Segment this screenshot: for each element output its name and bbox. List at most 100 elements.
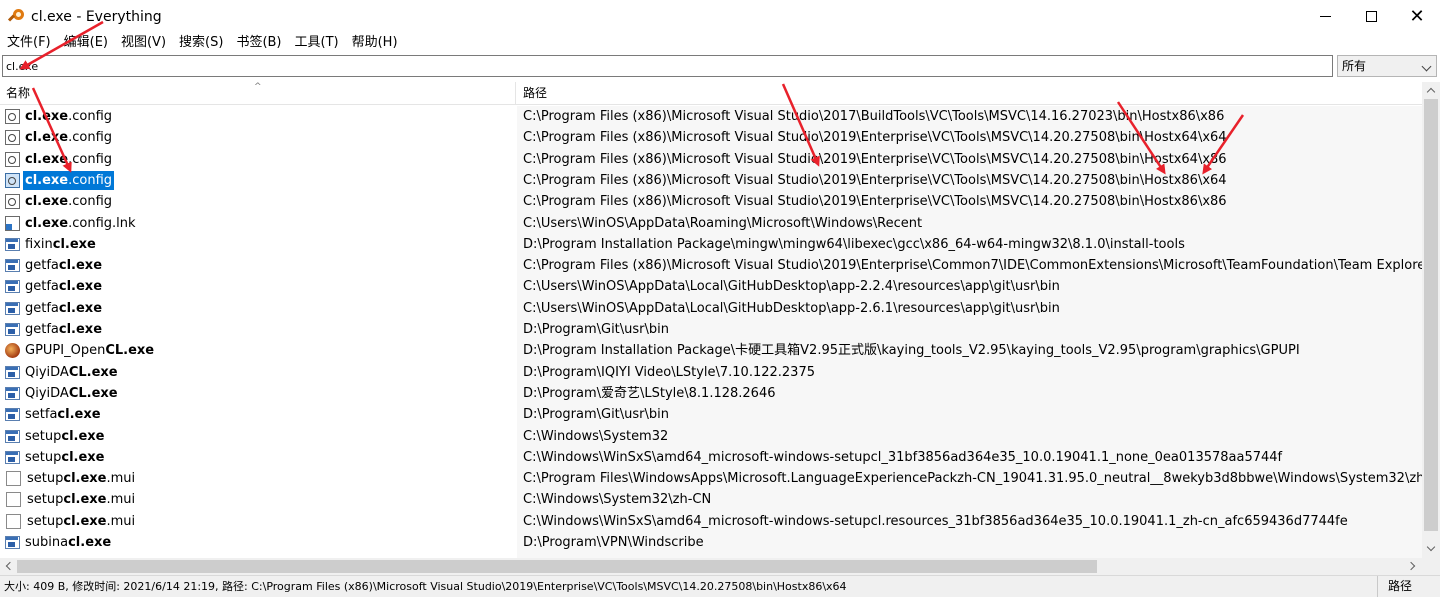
column-header-path[interactable]: 路径 xyxy=(517,82,1422,105)
table-row[interactable]: getfacl.exe C:\Users\WinOS\AppData\Local\… xyxy=(0,276,1422,297)
file-name: subinacl.exe xyxy=(23,533,113,552)
file-path-cell[interactable]: C:\Windows\System32 xyxy=(517,426,1422,447)
file-name-cell[interactable]: getfacl.exe xyxy=(4,276,514,297)
horizontal-scrollbar[interactable] xyxy=(0,558,1422,575)
file-name-cell[interactable]: subinacl.exe xyxy=(4,532,514,553)
file-path-cell[interactable]: C:\Windows\WinSxS\amd64_microsoft-window… xyxy=(517,511,1422,532)
search-input[interactable] xyxy=(2,55,1333,77)
file-path-cell[interactable]: C:\Users\WinOS\AppData\Local\GitHubDeskt… xyxy=(517,276,1422,297)
column-header-name-label: 名称 xyxy=(6,86,31,100)
table-row[interactable]: cl.exe.config C:\Program Files (x86)\Micr… xyxy=(0,127,1422,148)
menu-file[interactable]: 文件(F) xyxy=(0,33,57,53)
file-name-cell[interactable]: cl.exe.config xyxy=(4,149,514,170)
menu-edit[interactable]: 编辑(E) xyxy=(57,33,114,53)
file-path-cell[interactable]: C:\Program Files (x86)\Microsoft Visual … xyxy=(517,255,1422,276)
file-path-cell[interactable]: C:\Program Files (x86)\Microsoft Visual … xyxy=(517,191,1422,212)
file-name-cell[interactable]: cl.exe.config.lnk xyxy=(4,213,514,234)
file-path-cell[interactable]: C:\Users\WinOS\AppData\Local\GitHubDeskt… xyxy=(517,298,1422,319)
file-name-match: CL.exe xyxy=(68,385,118,401)
menu-search[interactable]: 搜索(S) xyxy=(172,33,229,53)
menu-tools[interactable]: 工具(T) xyxy=(288,33,345,53)
table-row[interactable]: setupcl.exe.mui C:\Program Files\WindowsA… xyxy=(0,468,1422,489)
menu-help[interactable]: 帮助(H) xyxy=(345,33,404,53)
config-file-icon xyxy=(5,130,20,146)
file-path-cell[interactable]: D:\Program\爱奇艺\LStyle\8.1.128.2646 xyxy=(517,383,1422,404)
table-row[interactable]: GPUPI_OpenCL.exe D:\Program Installation … xyxy=(0,340,1422,361)
file-name-cell[interactable]: setupcl.exe xyxy=(4,426,514,447)
file-name-cell[interactable]: cl.exe.config xyxy=(4,170,514,191)
menu-view[interactable]: 视图(V) xyxy=(114,33,172,53)
file-path-cell[interactable]: C:\Program Files\WindowsApps\Microsoft.L… xyxy=(517,468,1422,489)
vertical-scrollbar[interactable] xyxy=(1422,82,1440,558)
file-path-cell[interactable]: C:\Windows\System32\zh-CN xyxy=(517,489,1422,510)
window-controls: ✕ xyxy=(1302,0,1440,33)
scroll-down-button[interactable] xyxy=(1422,541,1440,558)
file-name-cell[interactable]: setupcl.exe xyxy=(4,447,514,468)
table-row[interactable]: fixincl.exe D:\Program Installation Packa… xyxy=(0,234,1422,255)
file-path-cell[interactable]: D:\Program\IQIYI Video\LStyle\7.10.122.2… xyxy=(517,362,1422,383)
file-name: getfacl.exe xyxy=(23,320,104,339)
file-name-suffix: .config.lnk xyxy=(68,215,136,231)
table-row[interactable]: QiyiDACL.exe D:\Program\爱奇艺\LStyle\8.1.12… xyxy=(0,383,1422,404)
file-path-cell[interactable]: D:\Program Installation Package\mingw\mi… xyxy=(517,234,1422,255)
config-file-icon xyxy=(5,194,20,210)
file-path-cell[interactable]: C:\Program Files (x86)\Microsoft Visual … xyxy=(517,149,1422,170)
file-name: cl.exe.config xyxy=(23,170,115,190)
file-path-cell[interactable]: D:\Program\VPN\Windscribe xyxy=(517,532,1422,553)
table-row[interactable]: QiyiDACL.exe D:\Program\IQIYI Video\LStyl… xyxy=(0,362,1422,383)
file-name-cell[interactable]: setupcl.exe.mui xyxy=(4,511,514,532)
table-row[interactable]: getfacl.exe C:\Program Files (x86)\Micros… xyxy=(0,255,1422,276)
file-name-cell[interactable]: GPUPI_OpenCL.exe xyxy=(4,340,514,361)
file-path-cell[interactable]: C:\Program Files (x86)\Microsoft Visual … xyxy=(517,106,1422,127)
file-name-cell[interactable]: cl.exe.config xyxy=(4,106,514,127)
file-path-cell[interactable]: C:\Program Files (x86)\Microsoft Visual … xyxy=(517,127,1422,148)
file-name-cell[interactable]: getfacl.exe xyxy=(4,319,514,340)
table-row[interactable]: setfacl.exe D:\Program\Git\usr\bin xyxy=(0,404,1422,425)
file-name-cell[interactable]: getfacl.exe xyxy=(4,298,514,319)
table-row[interactable]: cl.exe.config C:\Program Files (x86)\Micr… xyxy=(0,106,1422,127)
file-path-cell[interactable]: C:\Windows\WinSxS\amd64_microsoft-window… xyxy=(517,447,1422,468)
file-name-cell[interactable]: setupcl.exe.mui xyxy=(4,468,514,489)
file-name-match: cl.exe xyxy=(63,471,107,487)
file-name-cell[interactable]: cl.exe.config xyxy=(4,191,514,212)
table-row[interactable]: cl.exe.config.lnk C:\Users\WinOS\AppData\… xyxy=(0,213,1422,234)
file-name-match: cl.exe xyxy=(25,130,69,146)
scroll-right-button[interactable] xyxy=(1405,558,1422,575)
table-row[interactable]: setupcl.exe C:\Windows\System32 xyxy=(0,426,1422,447)
scroll-up-button[interactable] xyxy=(1422,82,1440,99)
file-name-cell[interactable]: setupcl.exe.mui xyxy=(4,489,514,510)
mui-file-icon xyxy=(6,513,21,529)
file-name-cell[interactable]: getfacl.exe xyxy=(4,255,514,276)
file-name-cell[interactable]: cl.exe.config xyxy=(4,127,514,148)
file-path-cell[interactable]: D:\Program\Git\usr\bin xyxy=(517,404,1422,425)
file-name-cell[interactable]: fixincl.exe xyxy=(4,234,514,255)
table-row[interactable]: cl.exe.config C:\Program Files (x86)\Micr… xyxy=(0,149,1422,170)
table-row[interactable]: getfacl.exe D:\Program\Git\usr\bin xyxy=(0,319,1422,340)
exe-file-icon xyxy=(5,386,20,400)
table-row[interactable]: setupcl.exe C:\Windows\WinSxS\amd64_micro… xyxy=(0,447,1422,468)
file-name-cell[interactable]: QiyiDACL.exe xyxy=(4,362,514,383)
table-row[interactable]: cl.exe.config C:\Program Files (x86)\Micr… xyxy=(0,191,1422,212)
file-path-cell[interactable]: C:\Users\WinOS\AppData\Roaming\Microsoft… xyxy=(517,213,1422,234)
filter-dropdown[interactable]: 所有 xyxy=(1337,55,1437,77)
table-row[interactable]: getfacl.exe C:\Users\WinOS\AppData\Local\… xyxy=(0,298,1422,319)
close-button[interactable]: ✕ xyxy=(1394,0,1440,33)
vertical-scrollbar-thumb[interactable] xyxy=(1424,99,1438,531)
file-name-cell[interactable]: setfacl.exe xyxy=(4,404,514,425)
file-path-cell[interactable]: C:\Program Files (x86)\Microsoft Visual … xyxy=(517,170,1422,191)
file-name-match: cl.exe xyxy=(25,151,69,167)
file-path-cell[interactable]: D:\Program\Git\usr\bin xyxy=(517,319,1422,340)
horizontal-scrollbar-thumb[interactable] xyxy=(17,560,1097,573)
minimize-button[interactable] xyxy=(1302,0,1348,33)
maximize-button[interactable] xyxy=(1348,0,1394,33)
file-path-cell[interactable]: D:\Program Installation Package\卡硬工具箱V2.… xyxy=(517,340,1422,361)
table-row[interactable]: cl.exe.config C:\Program Files (x86)\Micr… xyxy=(0,170,1422,191)
menu-bookmarks[interactable]: 书签(B) xyxy=(229,33,287,53)
table-row[interactable]: setupcl.exe.mui C:\Windows\System32\zh-CN xyxy=(0,489,1422,510)
scroll-left-button[interactable] xyxy=(0,558,17,575)
table-row[interactable]: subinacl.exe D:\Program\VPN\Windscribe xyxy=(0,532,1422,553)
file-name-cell[interactable]: QiyiDACL.exe xyxy=(4,383,514,404)
file-name-match: cl.exe xyxy=(58,300,103,316)
close-icon: ✕ xyxy=(1409,5,1425,27)
table-row[interactable]: setupcl.exe.mui C:\Windows\WinSxS\amd64_m… xyxy=(0,511,1422,532)
